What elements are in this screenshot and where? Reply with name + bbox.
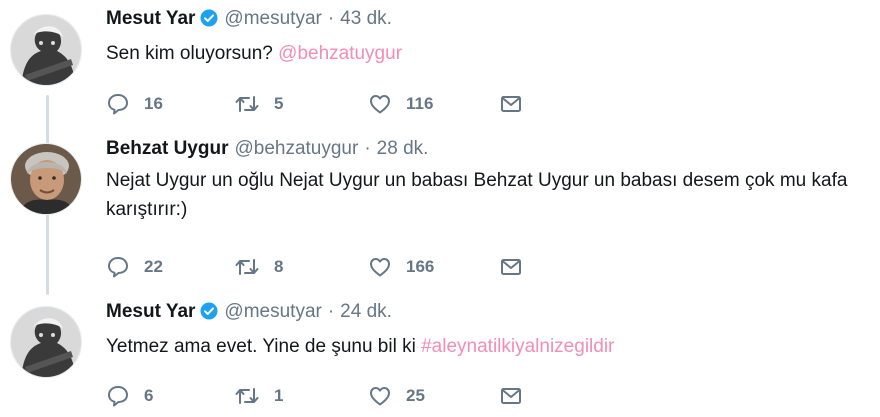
retweet-button[interactable]: 5: [234, 92, 283, 116]
author-handle[interactable]: @mesutyar: [224, 301, 321, 322]
like-button[interactable]: 25: [368, 384, 425, 408]
tweet-body: Yetmez ama evet. Yine de şunu bil ki: [106, 336, 422, 357]
author-name[interactable]: Mesut Yar: [106, 8, 195, 29]
reply-count: 16: [144, 94, 163, 113]
timestamp[interactable]: 43 dk.: [340, 8, 392, 29]
retweet-count: 5: [274, 94, 284, 113]
retweet-icon: [234, 92, 260, 116]
like-count: 166: [406, 257, 435, 276]
reply-count: 22: [144, 257, 163, 276]
retweet-icon: [234, 384, 260, 408]
tweet-body: Nejat Uygur un oğlu Nejat Uygur un babas…: [106, 170, 848, 220]
tweet-body: Sen kim oluyorsun?: [106, 43, 279, 64]
author-handle[interactable]: @mesutyar: [224, 8, 321, 29]
separator-dot: ·: [327, 301, 335, 322]
direct-message-icon: [499, 92, 523, 116]
timestamp[interactable]: 24 dk.: [340, 301, 392, 322]
verified-badge-icon: [200, 302, 218, 328]
like-button[interactable]: 166: [368, 255, 434, 279]
retweet-button[interactable]: 8: [234, 255, 283, 279]
avatar[interactable]: [10, 306, 82, 378]
hashtag-link[interactable]: #aleynatilkiyalnizegildir: [421, 336, 614, 357]
avatar[interactable]: [10, 143, 82, 215]
reply-button[interactable]: 6: [106, 384, 153, 408]
like-icon: [368, 255, 392, 279]
like-icon: [368, 384, 392, 408]
tweet-actions: 6 1 25: [106, 384, 546, 410]
like-count: 116: [406, 94, 434, 113]
tweet-text: Nejat Uygur un oğlu Nejat Uygur un babas…: [106, 166, 866, 224]
retweet-count: 1: [274, 386, 284, 405]
author-name[interactable]: Mesut Yar: [106, 301, 195, 322]
tweet-text: Sen kim oluyorsun? @behzatuygur: [106, 39, 860, 68]
separator-dot: ·: [327, 8, 335, 29]
reply-icon: [106, 384, 130, 408]
tweet-actions: 16 5 116: [106, 92, 546, 118]
reply-button[interactable]: 16: [106, 92, 163, 116]
direct-message-button[interactable]: [499, 92, 523, 116]
reply-count: 6: [144, 386, 154, 405]
author-name[interactable]: Behzat Uygur: [106, 138, 228, 159]
avatar[interactable]: [10, 14, 82, 86]
tweet-text: Yetmez ama evet. Yine de şunu bil ki #al…: [106, 332, 860, 361]
separator-dot: ·: [364, 138, 371, 159]
retweet-icon: [234, 255, 260, 279]
retweet-button[interactable]: 1: [234, 384, 283, 408]
verified-badge-icon: [200, 9, 218, 35]
reply-icon: [106, 92, 130, 116]
mention-link[interactable]: @behzatuygur: [278, 43, 402, 64]
tweet-actions: 22 8 166: [106, 255, 546, 281]
author-handle[interactable]: @behzatuygur: [234, 138, 358, 159]
timestamp[interactable]: 28 dk.: [377, 138, 429, 159]
reply-button[interactable]: 22: [106, 255, 163, 279]
like-button[interactable]: 116: [368, 92, 433, 116]
direct-message-icon: [499, 384, 523, 408]
direct-message-button[interactable]: [499, 384, 523, 408]
like-icon: [368, 92, 392, 116]
retweet-count: 8: [274, 257, 284, 276]
like-count: 25: [406, 386, 425, 405]
direct-message-icon: [499, 255, 523, 279]
reply-icon: [106, 255, 130, 279]
direct-message-button[interactable]: [499, 255, 523, 279]
